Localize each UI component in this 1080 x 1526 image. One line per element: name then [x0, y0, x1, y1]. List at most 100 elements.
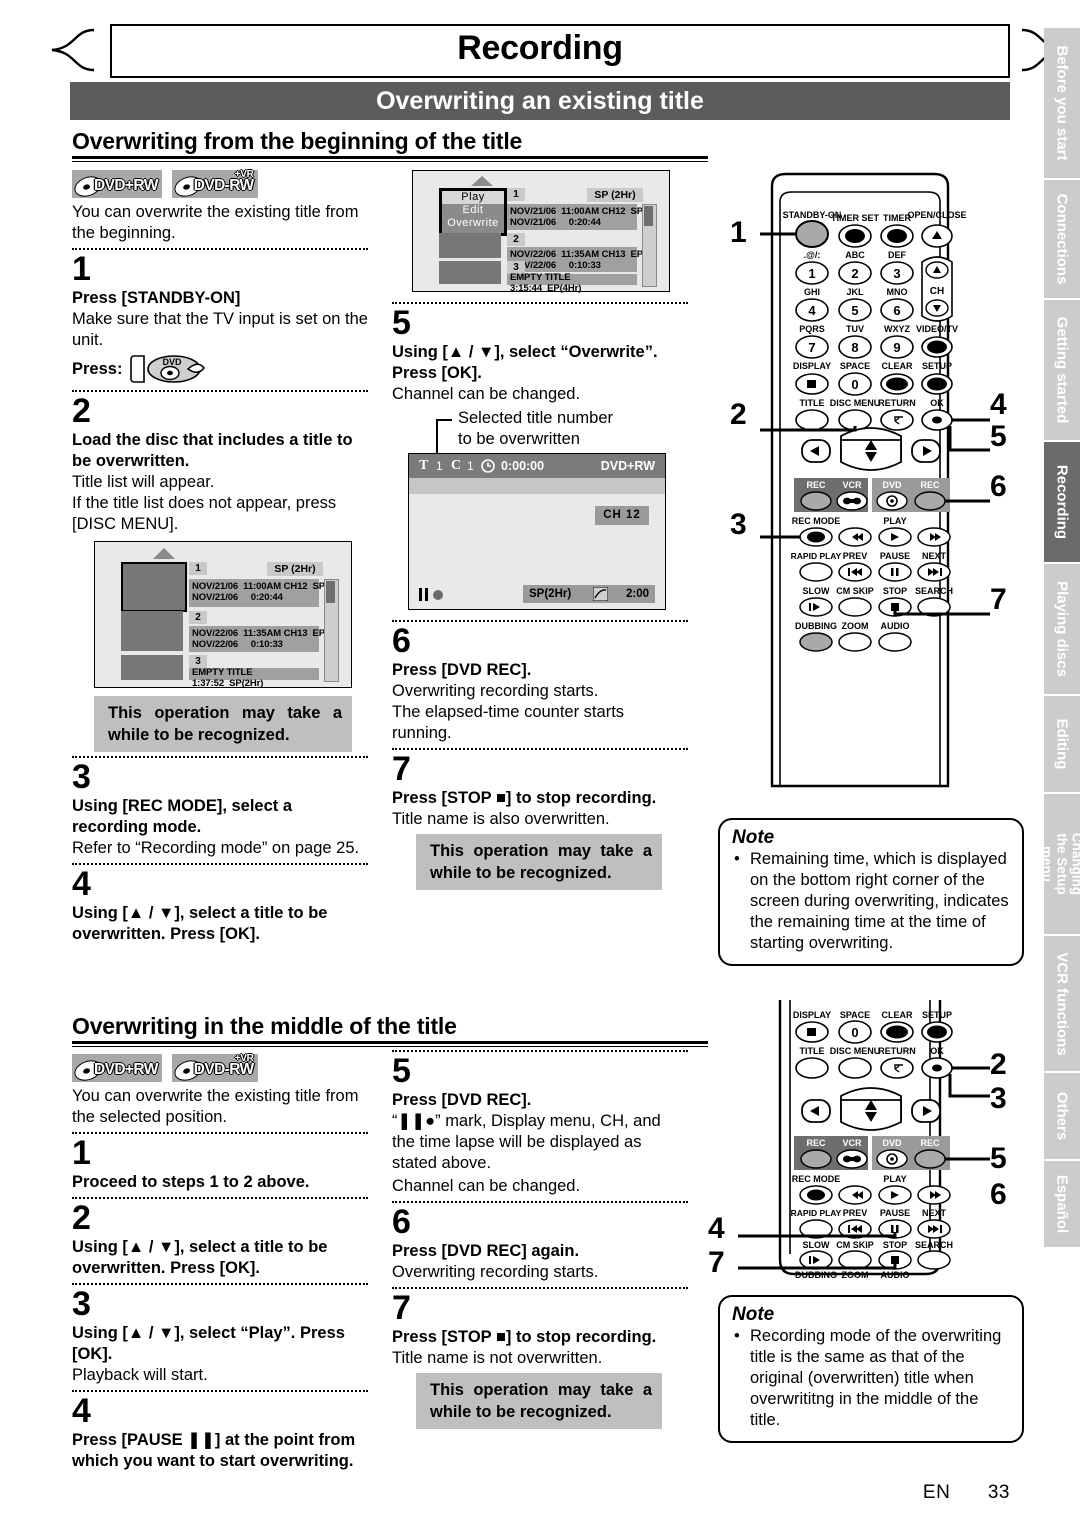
step-number: 4 — [72, 865, 91, 903]
step-detail: Title list will appear. — [72, 473, 215, 491]
menu-item-play[interactable]: Play — [442, 191, 504, 204]
svg-text:AUDIO: AUDIO — [881, 621, 910, 631]
side-tab-others[interactable]: Others — [1044, 1073, 1080, 1159]
note-item: Remaining time, which is displayed on th… — [732, 849, 1010, 954]
note-box-1: Note Remaining time, which is displayed … — [718, 818, 1024, 966]
svg-text:DVD: DVD — [882, 480, 902, 490]
divider — [72, 863, 368, 865]
row-line2: NOV/21/06 0:20:44 — [192, 592, 283, 603]
step-number: 3 — [72, 758, 91, 796]
disc-logo-label: DVD+RW — [94, 177, 158, 194]
step-instruction: Press [STOP ■] to stop recording. — [392, 1328, 657, 1346]
step-detail: Make sure that the TV input is set on th… — [72, 310, 368, 349]
divider — [392, 1050, 688, 1052]
column-middle-top: Play Edit Overwrite 1 SP (2Hr) NOV/21/06… — [392, 170, 688, 890]
side-tab-editing[interactable]: Editing — [1044, 696, 1080, 792]
disc-logo-dvd-plus-rw: DVD+RW — [71, 170, 162, 201]
intro-text-1: You can overwrite the existing title fro… — [72, 203, 359, 242]
svg-text:VIDEO/TV: VIDEO/TV — [916, 324, 958, 334]
divider — [72, 390, 368, 392]
svg-text:OK: OK — [930, 1046, 944, 1056]
footer-page-number: 33 — [987, 1482, 1010, 1503]
step-instruction: Press [DVD REC]. — [392, 1091, 532, 1109]
svg-text:OK: OK — [930, 398, 944, 408]
callout-number-6: 6 — [990, 1178, 1007, 1211]
chapter-title: Recording — [457, 29, 623, 67]
side-tab-getting-started[interactable]: Getting started — [1044, 300, 1080, 440]
remaining-time: 2:00 — [625, 588, 649, 600]
svg-text:3: 3 — [893, 266, 900, 281]
clock-icon — [481, 459, 495, 473]
note-item: Recording mode of the overwriting title … — [732, 1326, 1010, 1431]
row-line1: NOV/22/06 11:35AM CH13 EP — [510, 249, 644, 260]
row-info: EMPTY TITLE 3:15:44 EP(4Hr) — [507, 272, 637, 294]
svg-text:RETURN: RETURN — [878, 398, 916, 408]
svg-text:7: 7 — [808, 340, 815, 355]
remote-control-diagram-top: STANDBY-ON TIMER SET TIMER OPEN/CLOSE .@… — [760, 172, 990, 788]
remote-control-bottom: DISPLAY SPACE 0 CLEAR SETUP TITLE DISC M… — [700, 1000, 1020, 1290]
callout-number-2: 2 — [730, 398, 747, 431]
callout-number-3: 3 — [730, 508, 747, 541]
divider — [392, 620, 688, 622]
scrollbar[interactable] — [324, 579, 339, 682]
svg-text:JKL: JKL — [846, 287, 864, 297]
step-instruction: Press [DVD REC]. — [392, 661, 532, 679]
side-tab-before-you-start[interactable]: Before you start — [1044, 28, 1080, 178]
row-number: 1 — [189, 562, 207, 575]
svg-text:SEARCH: SEARCH — [915, 586, 953, 596]
divider — [392, 302, 688, 304]
svg-text:AUDIO: AUDIO — [881, 1270, 910, 1280]
step-number: 1 — [72, 1134, 91, 1172]
svg-text:ZOOM: ZOOM — [842, 621, 869, 631]
menu-item-overwrite[interactable]: Overwrite — [442, 217, 504, 230]
side-tab-espanol[interactable]: Español — [1044, 1161, 1080, 1247]
side-tab-changing-setup-menu[interactable]: Changing the Setup menu — [1040, 794, 1080, 934]
svg-text:0: 0 — [851, 1025, 858, 1040]
svg-text:REC: REC — [806, 1138, 826, 1148]
side-tab-vcr-functions[interactable]: VCR functions — [1044, 936, 1080, 1071]
side-tab-connections[interactable]: Connections — [1044, 180, 1080, 298]
context-menu[interactable]: Play Edit Overwrite — [439, 188, 507, 236]
svg-text:REC: REC — [806, 480, 826, 490]
svg-text:8: 8 — [851, 340, 858, 355]
display-menu-top-bar: T 1 C 1 0:00:00 DVD+RW — [409, 454, 665, 478]
side-tab-label: VCR functions — [1053, 951, 1071, 1056]
svg-text:DISC MENU: DISC MENU — [830, 398, 881, 408]
step-detail: Refer to “Recording mode” on page 25. — [72, 839, 360, 857]
step-instruction: Using [▲ / ▼], select a title to be over… — [72, 904, 328, 943]
svg-text:STOP: STOP — [883, 586, 907, 596]
svg-text:SLOW: SLOW — [803, 1240, 831, 1250]
row-info: NOV/22/06 11:35AM CH13 EP NOV/22/06 0:10… — [507, 247, 644, 272]
row-line1: NOV/21/06 11:00AM CH12 SP — [192, 581, 326, 592]
svg-text:RETURN: RETURN — [878, 1046, 916, 1056]
svg-text:RAPID PLAY: RAPID PLAY — [791, 551, 842, 561]
svg-text:VCR: VCR — [842, 480, 862, 490]
row-line2: NOV/22/06 0:10:33 — [192, 639, 283, 650]
scrollbar-thumb[interactable] — [644, 206, 653, 226]
side-tab-playing-discs[interactable]: Playing discs — [1044, 564, 1080, 694]
svg-text:DVD: DVD — [163, 357, 183, 367]
scrollbar[interactable] — [642, 204, 657, 287]
menu-item-edit[interactable]: Edit — [442, 204, 504, 217]
title-list-screen: 1 SP (2Hr) NOV/21/06 11:00AM CH12 SP NOV… — [94, 541, 352, 689]
side-tab-label: Editing — [1053, 718, 1071, 770]
section-bar: Overwriting an existing title — [70, 82, 1010, 120]
step-instruction: Using [▲ / ▼], select “Overwrite”. Press… — [392, 343, 658, 382]
row-info: NOV/21/06 11:00AM CH12 SP NOV/21/06 0:20… — [507, 204, 643, 230]
heading-rule-1 — [72, 156, 708, 162]
row-info: EMPTY TITLE 1:37:52 SP(2Hr) — [189, 667, 319, 689]
side-tab-recording[interactable]: Recording — [1044, 442, 1080, 562]
svg-text:CLEAR: CLEAR — [882, 1010, 913, 1020]
callout-number-4: 4 — [708, 1212, 725, 1245]
scrollbar-thumb[interactable] — [326, 581, 335, 603]
callout-recognize-note: This operation may take a while to be re… — [416, 1373, 662, 1429]
callout-number-5: 5 — [990, 1142, 1007, 1175]
step-detail: The elapsed-time counter starts running. — [392, 703, 625, 742]
svg-text:SPACE: SPACE — [840, 361, 870, 371]
svg-text:.@/:: .@/: — [804, 250, 821, 260]
svg-text:REC: REC — [920, 480, 940, 490]
disc-logo-dvd-plus-rw: DVD+RW — [71, 1054, 162, 1085]
row-line2: NOV/22/06 0:10:33 — [510, 260, 601, 271]
step-detail: Title name is not overwritten. — [392, 1349, 603, 1367]
disc-logo-dvd-minus-rw: DVD-RW +VR — [171, 1053, 258, 1085]
